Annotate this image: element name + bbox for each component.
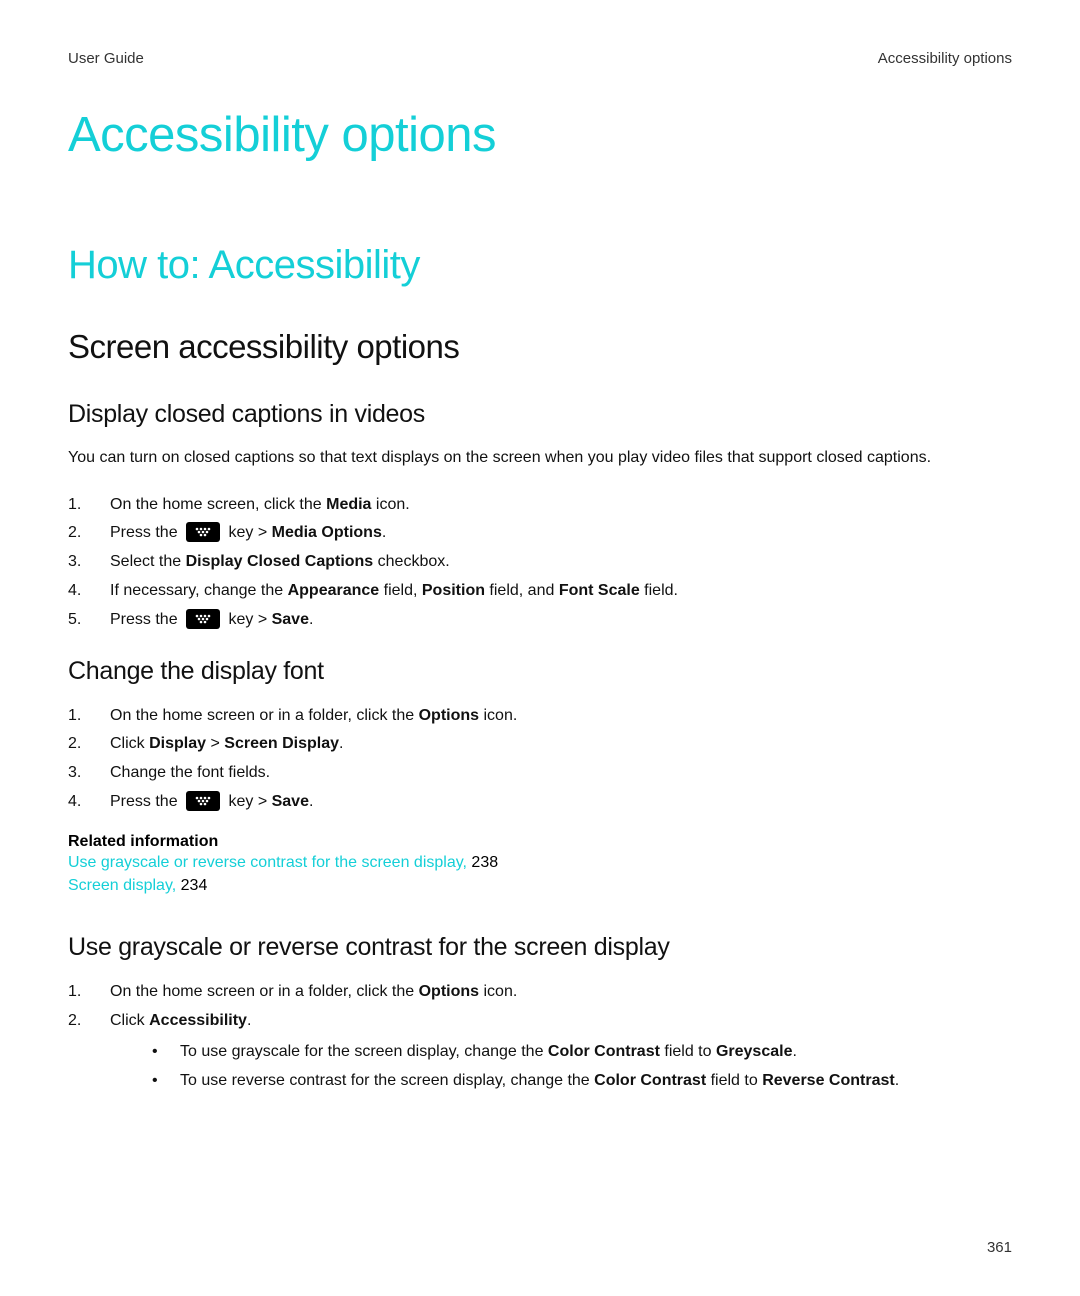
bold-text: Font Scale <box>559 582 640 599</box>
text: field to <box>706 1072 762 1089</box>
section-howto-title: How to: Accessibility <box>68 243 1012 288</box>
step: Click Display > Screen Display. <box>68 732 1012 757</box>
topic-display-font: Change the display font <box>68 657 1012 686</box>
page-title: Accessibility options <box>68 107 1012 163</box>
display-font-steps: On the home screen or in a folder, click… <box>68 704 1012 815</box>
related-link: Screen display, 234 <box>68 874 1012 897</box>
step: On the home screen, click the Media icon… <box>68 493 1012 518</box>
bold-text: Reverse Contrast <box>762 1072 895 1089</box>
closed-captions-steps: On the home screen, click the Media icon… <box>68 493 1012 633</box>
step: Click Accessibility. To use grayscale fo… <box>68 1009 1012 1093</box>
bold-text: Options <box>419 983 479 1000</box>
text: . <box>895 1072 899 1089</box>
text: To use reverse contrast for the screen d… <box>180 1072 594 1089</box>
bold-text: Appearance <box>288 582 380 599</box>
text: field to <box>660 1043 716 1060</box>
text: > <box>206 735 224 752</box>
related-link-screen-display[interactable]: Screen display, <box>68 877 176 894</box>
header-right: Accessibility options <box>878 50 1012 67</box>
text: . <box>339 735 343 752</box>
bullet: To use reverse contrast for the screen d… <box>152 1069 1012 1094</box>
grayscale-bullets: To use grayscale for the screen display,… <box>110 1040 1012 1094</box>
bold-text: Media <box>326 496 371 513</box>
menu-key-icon <box>186 609 220 629</box>
text: Change the font fields. <box>110 764 270 781</box>
text: Click <box>110 735 149 752</box>
text: On the home screen or in a folder, click… <box>110 707 419 724</box>
text: Press the <box>110 793 182 810</box>
bold-text: Save <box>272 793 309 810</box>
topic-closed-captions: Display closed captions in videos <box>68 400 1012 429</box>
text: Press the <box>110 524 182 541</box>
text: key > <box>224 611 272 628</box>
step: On the home screen or in a folder, click… <box>68 980 1012 1005</box>
text: key > <box>224 524 272 541</box>
grayscale-steps: On the home screen or in a folder, click… <box>68 980 1012 1093</box>
text: . <box>792 1043 796 1060</box>
related-link: Use grayscale or reverse contrast for th… <box>68 851 1012 874</box>
text: . <box>309 611 313 628</box>
step: Change the font fields. <box>68 761 1012 786</box>
step: On the home screen or in a folder, click… <box>68 704 1012 729</box>
bold-text: Display Closed Captions <box>186 553 374 570</box>
text: Click <box>110 1012 149 1029</box>
text: checkbox. <box>373 553 449 570</box>
step: Select the Display Closed Captions check… <box>68 550 1012 575</box>
text: On the home screen, click the <box>110 496 326 513</box>
related-page-ref: 238 <box>467 854 498 871</box>
text: icon. <box>371 496 409 513</box>
bold-text: Color Contrast <box>594 1072 706 1089</box>
menu-key-icon <box>186 791 220 811</box>
text: Press the <box>110 611 182 628</box>
bold-text: Screen Display <box>224 735 339 752</box>
text: If necessary, change the <box>110 582 288 599</box>
text: . <box>382 524 386 541</box>
step: If necessary, change the Appearance fiel… <box>68 579 1012 604</box>
bold-text: Options <box>419 707 479 724</box>
related-info-heading: Related information <box>68 833 1012 851</box>
topic-grayscale: Use grayscale or reverse contrast for th… <box>68 933 1012 962</box>
bold-text: Position <box>422 582 485 599</box>
step: Press the key > Save. <box>68 608 1012 633</box>
text: icon. <box>479 707 517 724</box>
text: field, and <box>485 582 559 599</box>
step: Press the key > Save. <box>68 790 1012 815</box>
text: field, <box>379 582 422 599</box>
text: . <box>247 1012 251 1029</box>
page-header: User Guide Accessibility options <box>68 50 1012 67</box>
subsection-screen-options: Screen accessibility options <box>68 328 1012 366</box>
header-left: User Guide <box>68 50 144 67</box>
text: icon. <box>479 983 517 1000</box>
bold-text: Display <box>149 735 206 752</box>
text: . <box>309 793 313 810</box>
text: field. <box>640 582 678 599</box>
text: On the home screen or in a folder, click… <box>110 983 419 1000</box>
bold-text: Color Contrast <box>548 1043 660 1060</box>
closed-captions-intro: You can turn on closed captions so that … <box>68 447 1012 469</box>
step: Press the key > Media Options. <box>68 521 1012 546</box>
bold-text: Accessibility <box>149 1012 247 1029</box>
text: key > <box>224 793 272 810</box>
bullet: To use grayscale for the screen display,… <box>152 1040 1012 1065</box>
related-link-grayscale[interactable]: Use grayscale or reverse contrast for th… <box>68 854 467 871</box>
text: To use grayscale for the screen display,… <box>180 1043 548 1060</box>
bold-text: Greyscale <box>716 1043 793 1060</box>
page-number: 361 <box>987 1239 1012 1256</box>
related-page-ref: 234 <box>176 877 207 894</box>
text: Select the <box>110 553 186 570</box>
bold-text: Media Options <box>272 524 382 541</box>
bold-text: Save <box>272 611 309 628</box>
menu-key-icon <box>186 522 220 542</box>
